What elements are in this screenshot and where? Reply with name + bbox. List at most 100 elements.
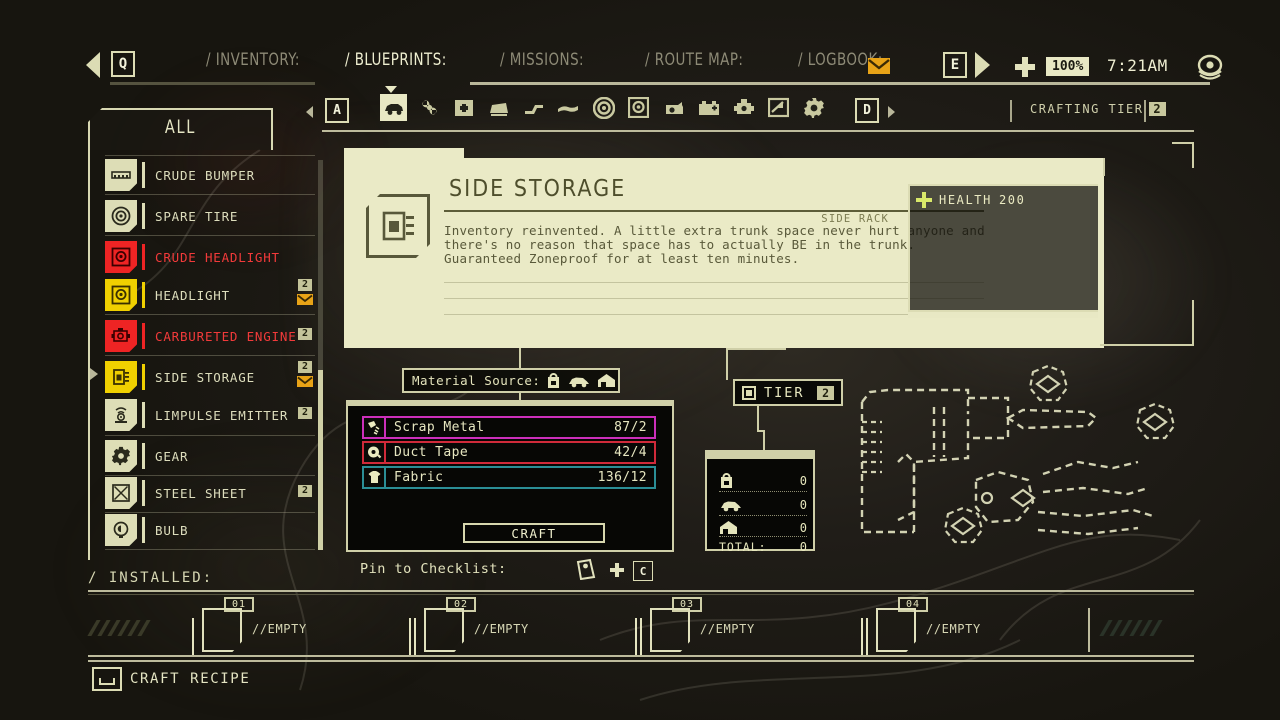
category-icon-engine[interactable]	[730, 94, 757, 121]
forward-key[interactable]: E	[943, 52, 967, 78]
slot-divider	[635, 618, 642, 656]
craft-button[interactable]: CRAFT	[463, 523, 605, 543]
category-icon-car-door[interactable]	[485, 94, 512, 121]
list-item-headlight[interactable]: HEADLIGHT 2	[105, 277, 320, 313]
connector-tier-horizontal	[726, 348, 786, 350]
breakdown-total-value: 0	[799, 539, 807, 554]
breakdown-row-total: TOTAL: 0	[719, 536, 807, 557]
home-icon	[720, 521, 737, 534]
side-storage-icon	[366, 194, 430, 258]
category-icon-suspension[interactable]	[520, 94, 547, 121]
hatch-left	[87, 620, 151, 636]
backpack-icon	[721, 473, 732, 488]
material-quantity: 42/4	[614, 445, 647, 460]
forward-arrow-icon[interactable]	[975, 52, 990, 78]
installed-slot-02[interactable]: 02 //EMPTY	[409, 597, 529, 656]
pin-to-checklist-label: Pin to Checklist:	[360, 561, 507, 577]
slot-divider-right	[1088, 608, 1090, 652]
category-icon-car-body[interactable]	[380, 94, 407, 121]
breakdown-panel-top-edge	[705, 450, 815, 459]
material-row-duct-tape[interactable]: Duct Tape 42/4	[362, 441, 656, 464]
list-item-steel-sheet[interactable]: STEEL SHEET 2	[105, 475, 320, 511]
sidebar-scrollbar-thumb[interactable]	[318, 370, 323, 550]
list-item-carbureted-engine[interactable]: CARBURETED ENGINE 2	[105, 318, 320, 354]
installed-slot-01[interactable]: 01 //EMPTY	[192, 597, 307, 656]
category-icon-tire[interactable]	[590, 94, 617, 121]
list-item-gear[interactable]: GEAR	[105, 438, 320, 474]
installed-slot-04[interactable]: 04 //EMPTY	[861, 597, 981, 656]
detail-card-bottom-bar	[344, 343, 1104, 348]
bottom-rule-2	[88, 660, 1194, 662]
clipboard-icon[interactable]	[576, 558, 596, 580]
breakdown-row-car: 0	[719, 494, 807, 515]
connector-detail-to-source	[519, 348, 521, 368]
slot-status: //EMPTY	[252, 622, 307, 636]
list-item-crude-bumper[interactable]: CRUDE BUMPER	[105, 157, 320, 193]
backpack-icon	[548, 373, 560, 388]
category-next-key[interactable]: D	[855, 98, 879, 123]
category-icon-gauge[interactable]	[765, 94, 792, 121]
list-item-label: BULB	[155, 522, 189, 538]
list-item-label: SIDE STORAGE	[155, 369, 255, 385]
gear-icon	[105, 440, 137, 472]
list-item-crude-headlight[interactable]: CRUDE HEADLIGHT	[105, 239, 320, 275]
list-item-label: LIMPULSE EMITTER	[155, 407, 289, 423]
connector-tier-jog	[757, 430, 765, 432]
category-icon-gear[interactable]	[800, 94, 827, 121]
crafting-tier-label: CRAFTING TIER	[1030, 102, 1144, 116]
slot-status: //EMPTY	[474, 622, 529, 636]
list-item-label: GEAR	[155, 448, 189, 464]
space-key[interactable]	[92, 667, 122, 691]
category-icon-oil-can[interactable]	[660, 94, 687, 121]
material-row-scrap-metal[interactable]: Scrap Metal 87/2	[362, 416, 656, 439]
tab-inventory[interactable]: / INVENTORY:	[206, 50, 300, 70]
blueprint-list[interactable]: CRUDE BUMPER SPARE TIRE CRUDE HEADLIGHT …	[90, 155, 320, 555]
category-icon-headlight[interactable]	[625, 94, 652, 121]
installed-slot-03[interactable]: 03 //EMPTY	[635, 597, 755, 656]
list-item-badge: 2	[297, 407, 312, 419]
category-icon-fan[interactable]	[416, 94, 443, 121]
clock: 7:21AM	[1107, 56, 1168, 75]
pin-key[interactable]: C	[633, 561, 653, 581]
list-item-spare-tire[interactable]: SPARE TIRE	[105, 198, 320, 234]
slot-box[interactable]	[424, 608, 464, 652]
list-item-bulb[interactable]: BULB	[105, 512, 320, 548]
material-body: Fabric 136/12	[386, 466, 656, 489]
tab-missions[interactable]: / MISSIONS:	[500, 50, 584, 70]
health-cross-icon	[916, 192, 932, 208]
material-row-fabric[interactable]: Fabric 136/12	[362, 466, 656, 489]
health-underline	[908, 312, 1098, 318]
blueprint-schematic	[860, 364, 1176, 544]
filter-tab-all[interactable]: ALL	[88, 108, 273, 150]
tab-blueprints[interactable]: / BLUEPRINTS:	[345, 50, 447, 70]
health-stat: HEALTH 200	[916, 192, 1025, 208]
slot-box[interactable]	[650, 608, 690, 652]
eye-icon[interactable]	[1196, 54, 1224, 80]
slot-status: //EMPTY	[926, 622, 981, 636]
material-name: Fabric	[394, 470, 444, 485]
car-icon	[721, 501, 741, 511]
list-item-limpulse-emitter[interactable]: LIMPULSE EMITTER 2	[105, 397, 320, 433]
category-icon-bumper[interactable]	[554, 94, 581, 121]
pin-plus-icon[interactable]	[610, 563, 624, 577]
back-arrow-icon[interactable]	[86, 52, 100, 78]
plus-icon[interactable]	[1015, 57, 1035, 77]
nav-underline-right	[470, 82, 1210, 85]
category-next-arrow-icon[interactable]	[888, 106, 895, 118]
back-key[interactable]: Q	[111, 51, 135, 77]
divider-left	[1010, 100, 1012, 122]
tab-routemap[interactable]: / ROUTE MAP:	[645, 50, 743, 70]
filter-tab-label: ALL	[164, 116, 197, 138]
scrap-metal-icon	[362, 416, 386, 439]
list-item-side-storage[interactable]: SIDE STORAGE 2	[105, 359, 320, 395]
material-source-bar: Material Source:	[402, 368, 620, 393]
materials-panel-top-edge	[346, 400, 674, 406]
installed-section-label: / INSTALLED:	[88, 570, 214, 586]
page-title: SIDE STORAGE	[449, 176, 627, 202]
category-icon-medkit[interactable]	[450, 94, 477, 121]
slot-box[interactable]	[876, 608, 916, 652]
category-icon-battery[interactable]	[695, 94, 722, 121]
tier-value: 2	[817, 385, 834, 400]
slot-box[interactable]	[202, 608, 242, 652]
game-screen: Q / INVENTORY: / BLUEPRINTS: / MISSIONS:…	[0, 0, 1280, 720]
